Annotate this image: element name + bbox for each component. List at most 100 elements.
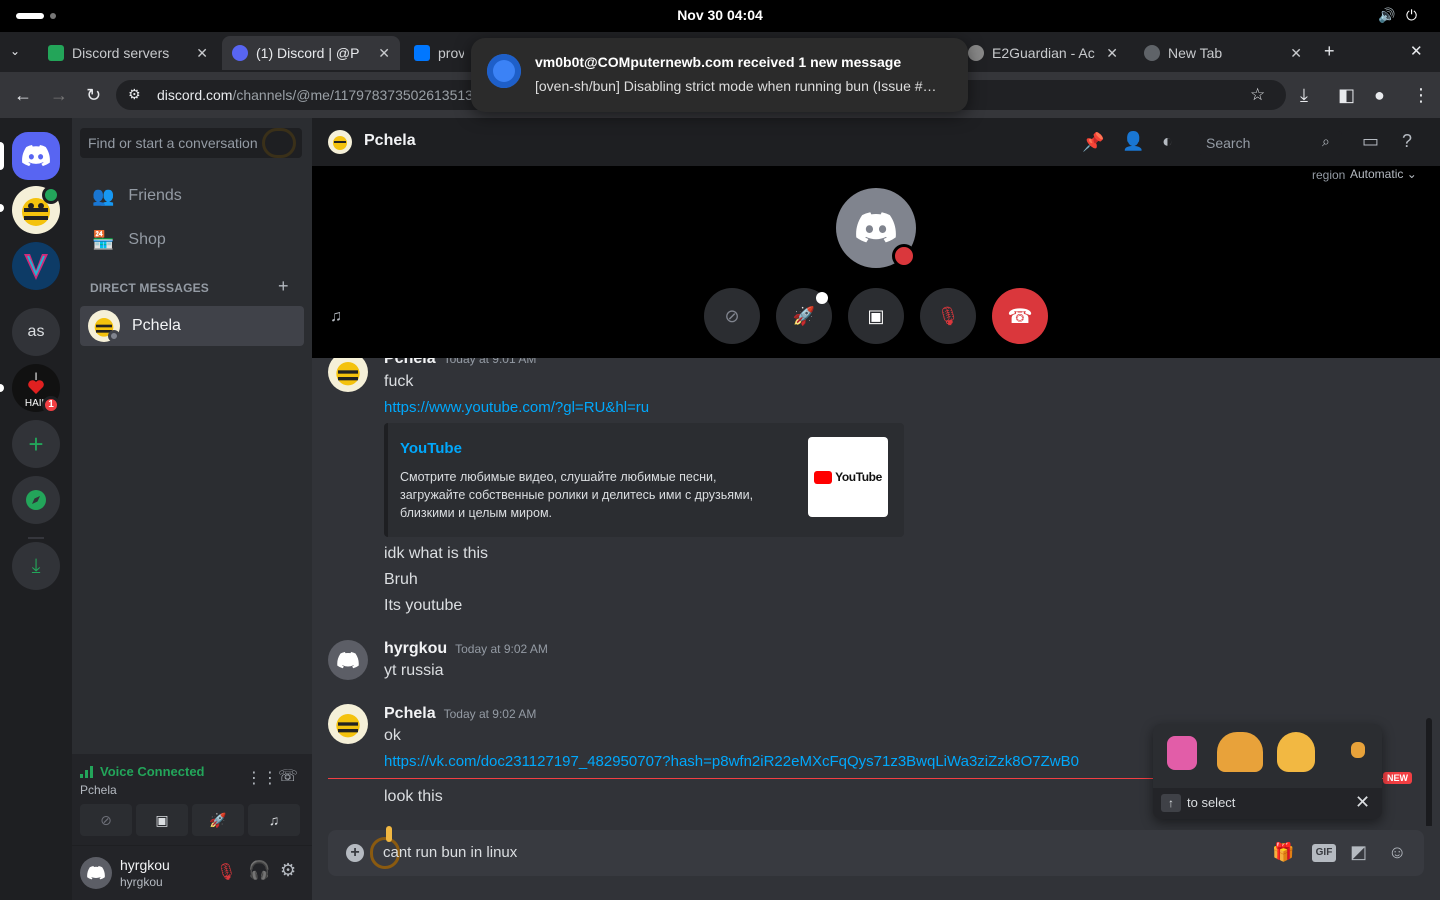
tab-discord-servers[interactable]: Discord servers ✕: [38, 36, 218, 70]
pin-icon[interactable]: 📌: [1082, 132, 1104, 153]
direct-messages-home-button[interactable]: [12, 132, 60, 180]
avatar[interactable]: [328, 704, 368, 744]
disconnect-call-icon[interactable]: ☏: [278, 766, 298, 786]
power-icon[interactable]: ⏻: [1406, 7, 1417, 24]
create-dm-plus-icon[interactable]: +: [278, 276, 289, 297]
emoji-icon[interactable]: ☺: [1388, 842, 1406, 863]
camera-off-button[interactable]: ⊘: [80, 804, 132, 836]
sidebar-item-shop[interactable]: 🏪 Shop: [80, 219, 304, 261]
help-icon[interactable]: ?: [1402, 131, 1412, 152]
server-as[interactable]: as: [12, 308, 60, 356]
reload-icon[interactable]: ↻: [86, 85, 101, 105]
activity-button[interactable]: 🚀: [192, 804, 244, 836]
tab-prov[interactable]: prov: [404, 36, 474, 70]
embed-title[interactable]: YouTube: [400, 440, 462, 457]
tab-new-tab[interactable]: New Tab ✕: [1134, 36, 1312, 70]
tab-close-icon[interactable]: ✕: [378, 45, 390, 62]
add-friend-icon[interactable]: 👤: [1122, 131, 1144, 152]
embed-desc-line: загружайте собственные ролики и делитесь…: [400, 488, 754, 502]
search-input[interactable]: Search: [1198, 131, 1342, 155]
message-author[interactable]: hyrgkou: [384, 640, 447, 657]
side-panel-icon[interactable]: ◧: [1338, 85, 1355, 105]
site-info-icon[interactable]: ⚙: [128, 86, 141, 103]
mic-muted-icon[interactable]: 🎙: [216, 862, 236, 882]
dm-sidebar: Find or start a conversation 👥 Friends 🏪…: [72, 118, 312, 900]
leave-call-button[interactable]: ☎: [992, 288, 1048, 344]
tab-close-icon[interactable]: ✕: [1290, 45, 1302, 62]
avatar[interactable]: [328, 640, 368, 680]
noise-suppression-icon[interactable]: ⋮⋮: [246, 768, 278, 788]
bookmark-star-icon[interactable]: ☆: [1250, 85, 1265, 105]
inbox-icon[interactable]: ▭: [1362, 131, 1379, 152]
message-header: hyrgkou Today at 9:02 AM: [384, 640, 548, 658]
tab-search-chevron-icon[interactable]: ⌄: [10, 44, 20, 58]
soundboard-button[interactable]: ♫: [248, 804, 300, 836]
message-author[interactable]: Pchela: [384, 358, 436, 367]
embed-thumbnail[interactable]: YouTube: [808, 437, 888, 517]
browser-menu-icon[interactable]: ⋮: [1412, 85, 1430, 105]
download-apps-button[interactable]: ⤓: [12, 542, 60, 590]
voice-connected-label[interactable]: Voice Connected: [100, 764, 205, 779]
message-link[interactable]: https://www.youtube.com/?gl=RU&hl=ru: [384, 399, 649, 416]
os-top-bar: Nov 30 04:04 🔊 ⏻: [0, 0, 1440, 32]
region-label: region: [1312, 168, 1346, 182]
forward-arrow-icon[interactable]: →: [50, 85, 68, 105]
tab-close-icon[interactable]: ✕: [196, 45, 208, 62]
sticker-icon[interactable]: ◩: [1350, 842, 1367, 863]
settings-gear-icon[interactable]: ⚙: [280, 860, 296, 881]
volume-icon[interactable]: 🔊: [1378, 7, 1395, 24]
message-link[interactable]: https://vk.com/doc231127197_482950707?ha…: [384, 753, 1079, 770]
gift-icon[interactable]: 🎁: [1272, 842, 1294, 863]
user-profile-icon[interactable]: ◐: [1162, 131, 1173, 152]
add-server-button[interactable]: +: [12, 420, 60, 468]
sticker-option[interactable]: [1167, 736, 1197, 770]
sticker-option[interactable]: [1217, 732, 1263, 772]
message-timestamp: Today at 9:02 AM: [443, 707, 537, 721]
profile-icon[interactable]: ●: [1374, 85, 1385, 105]
share-screen-button[interactable]: ▣: [136, 804, 188, 836]
avatar[interactable]: [328, 358, 368, 392]
window-close-icon[interactable]: ✕: [1410, 42, 1423, 60]
url-host: discord.com: [157, 87, 233, 103]
message-composer[interactable]: + cant run bun in linux 🎁 GIF ◩ ☺: [328, 826, 1424, 876]
tab-e2guardian[interactable]: E2Guardian - Ac ✕: [958, 36, 1128, 70]
dm-item-pchela[interactable]: Pchela: [80, 306, 304, 346]
camera-toggle-button[interactable]: ⊘: [704, 288, 760, 344]
gif-icon[interactable]: GIF: [1312, 844, 1336, 862]
globe-favicon-icon: [968, 45, 984, 61]
username[interactable]: hyrgkou: [120, 857, 170, 873]
tab-discord-dm[interactable]: (1) Discord | @P ✕: [222, 36, 400, 70]
muted-badge-icon: [892, 244, 916, 268]
voice-connection-panel: Voice Connected Pchela ⋮⋮ ☏ ⊘ ▣ 🚀 ♫: [72, 754, 312, 846]
message-input[interactable]: cant run bun in linux: [383, 844, 517, 861]
channel-title[interactable]: Pchela: [364, 132, 416, 150]
avatar[interactable]: [80, 857, 112, 889]
mute-toggle-button[interactable]: 🎙: [920, 288, 976, 344]
explore-servers-button[interactable]: [12, 476, 60, 524]
download-icon[interactable]: ⤓: [1300, 85, 1308, 105]
close-icon[interactable]: ✕: [1355, 792, 1370, 813]
voice-channel-name[interactable]: Pchela: [80, 783, 117, 797]
share-screen-button[interactable]: ▣: [848, 288, 904, 344]
attach-plus-icon[interactable]: +: [346, 844, 364, 862]
sticker-option[interactable]: [1351, 742, 1365, 758]
system-notification[interactable]: vm0b0t@COMputernewb.com received 1 new m…: [471, 38, 968, 112]
headphones-icon[interactable]: 🎧: [248, 860, 270, 881]
popout-soundboard-icon[interactable]: ♫: [330, 308, 342, 326]
tab-close-icon[interactable]: ✕: [1106, 45, 1118, 62]
message-text: Bruh: [384, 571, 418, 588]
chat-scrollbar[interactable]: [1426, 718, 1432, 826]
bee-avatar-icon: [336, 714, 360, 738]
embed-description: Смотрите любимые видео, слушайте любимые…: [400, 468, 800, 522]
new-badge: NEW: [1383, 772, 1412, 784]
os-clock[interactable]: Nov 30 04:04: [0, 7, 1440, 23]
sidebar-item-friends[interactable]: 👥 Friends: [80, 175, 304, 217]
sticker-option[interactable]: [1277, 732, 1315, 772]
region-dropdown[interactable]: Automatic ⌄: [1350, 167, 1417, 181]
server-v-icon[interactable]: [12, 242, 60, 290]
back-arrow-icon[interactable]: ←: [14, 85, 32, 105]
new-tab-plus-icon[interactable]: +: [1324, 41, 1335, 62]
hang-up-icon: ☎: [1007, 305, 1033, 328]
message-author[interactable]: Pchela: [384, 705, 436, 722]
chrome-favicon-icon: [1144, 45, 1160, 61]
